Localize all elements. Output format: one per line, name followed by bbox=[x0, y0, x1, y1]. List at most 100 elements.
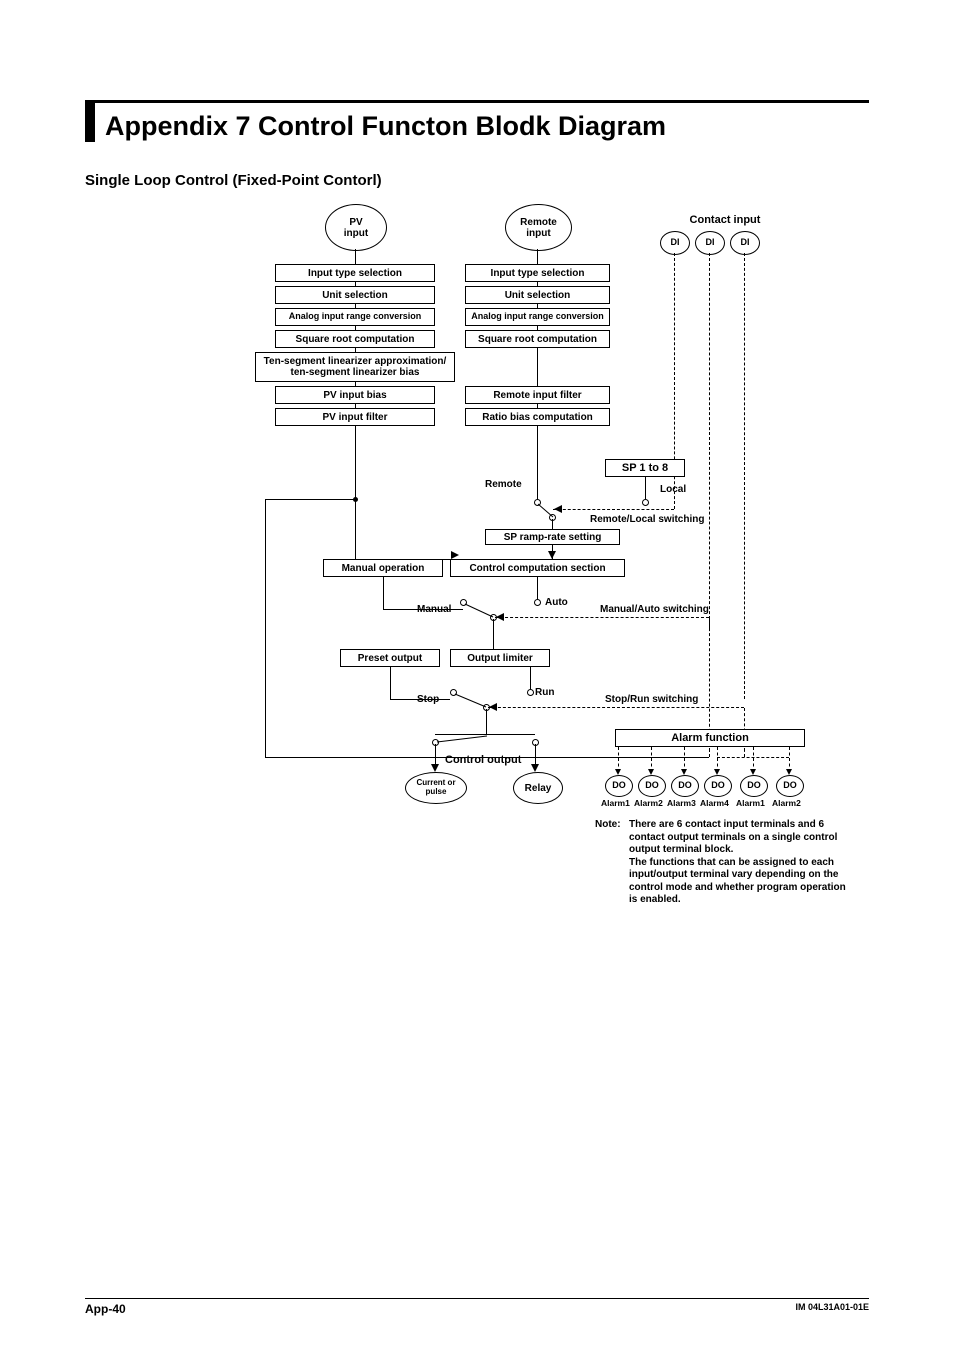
dashed-line bbox=[709, 748, 710, 757]
dashed-line bbox=[744, 748, 745, 757]
sp-block: SP 1 to 8 bbox=[605, 459, 685, 477]
page-footer: App-40 IM 04L31A01-01E bbox=[85, 1298, 869, 1316]
control-comp-block: Control computation section bbox=[450, 559, 625, 577]
run-label: Run bbox=[535, 687, 554, 698]
do-oval-1: DO bbox=[605, 775, 633, 797]
relay-oval: Relay bbox=[513, 772, 563, 804]
alarm-label-5: Alarm1 bbox=[736, 799, 765, 808]
sr-switch-label: Stop/Run switching bbox=[605, 694, 698, 705]
stop-label: Stop bbox=[417, 694, 439, 705]
switch-arm bbox=[432, 734, 492, 746]
pv-block-4: Ten-segment linearizer approximation/ te… bbox=[255, 352, 455, 382]
do-oval-5: DO bbox=[740, 775, 768, 797]
pv-input-oval: PV input bbox=[325, 204, 387, 251]
sp-ramp-block: SP ramp-rate setting bbox=[485, 529, 620, 545]
remote-block-5: Ratio bias computation bbox=[465, 408, 610, 426]
page-subtitle: Single Loop Control (Fixed-Point Contorl… bbox=[85, 172, 869, 189]
alarm-label-1: Alarm1 bbox=[601, 799, 630, 808]
title-block: Appendix 7 Control Functon Blodk Diagram bbox=[85, 100, 869, 142]
note-body: There are 6 contact input terminals and … bbox=[629, 819, 855, 907]
line bbox=[645, 477, 646, 499]
di-oval-1: DI bbox=[660, 231, 690, 255]
remote-block-1: Unit selection bbox=[465, 286, 610, 304]
dashed-line bbox=[717, 757, 789, 758]
alarm-label-3: Alarm3 bbox=[667, 799, 696, 808]
alarm-label-2: Alarm2 bbox=[634, 799, 663, 808]
arrow-down-icon bbox=[548, 551, 556, 559]
pv-block-2: Analog input range conversion bbox=[275, 308, 435, 326]
remote-sw-label: Remote bbox=[485, 479, 522, 490]
alarm-label-6: Alarm2 bbox=[772, 799, 801, 808]
line bbox=[537, 577, 538, 599]
manual-op-block: Manual operation bbox=[323, 559, 443, 577]
line bbox=[537, 426, 538, 499]
contact-input-label: Contact input bbox=[655, 214, 795, 226]
alarm-label-4: Alarm4 bbox=[700, 799, 729, 808]
control-output-label: Control output bbox=[445, 754, 521, 766]
pv-block-1: Unit selection bbox=[275, 286, 435, 304]
page-title: Appendix 7 Control Functon Blodk Diagram bbox=[105, 111, 869, 142]
footer-page-number: App-40 bbox=[85, 1302, 126, 1316]
auto-label: Auto bbox=[545, 597, 568, 608]
line bbox=[265, 757, 709, 758]
arrow-down-icon bbox=[431, 764, 439, 772]
arrow-left-icon bbox=[489, 703, 497, 711]
footer-doc-id: IM 04L31A01-01E bbox=[795, 1302, 869, 1316]
output-limiter-block: Output limiter bbox=[450, 649, 550, 667]
ma-switch-label: Manual/Auto switching bbox=[600, 604, 709, 615]
remote-block-3: Square root computation bbox=[465, 330, 610, 348]
line bbox=[537, 249, 538, 264]
line bbox=[486, 709, 487, 734]
switch-arm bbox=[460, 599, 500, 619]
arrow-icon bbox=[451, 551, 459, 559]
line bbox=[493, 619, 494, 649]
do-oval-4: DO bbox=[704, 775, 732, 797]
line bbox=[537, 348, 538, 386]
line bbox=[355, 426, 356, 559]
line bbox=[390, 667, 391, 699]
dashed-line bbox=[488, 707, 744, 708]
current-pulse-oval: Current or pulse bbox=[405, 772, 467, 804]
arrow-left-icon bbox=[496, 613, 504, 621]
pv-block-6: PV input filter bbox=[275, 408, 435, 426]
do-oval-2: DO bbox=[638, 775, 666, 797]
line bbox=[265, 499, 355, 500]
dashed-line bbox=[709, 253, 710, 629]
note-block: Note: There are 6 contact input terminal… bbox=[595, 819, 855, 907]
note-prefix: Note: bbox=[595, 819, 629, 907]
line bbox=[355, 249, 356, 264]
pv-block-5: PV input bias bbox=[275, 386, 435, 404]
switch-node bbox=[527, 689, 534, 696]
remote-block-0: Input type selection bbox=[465, 264, 610, 282]
rl-switch-label: Remote/Local switching bbox=[590, 514, 704, 525]
switch-arm bbox=[450, 689, 490, 709]
switch-node bbox=[642, 499, 649, 506]
line bbox=[265, 499, 266, 757]
manual-label: Manual bbox=[417, 604, 451, 615]
arrow-down-icon bbox=[531, 764, 539, 772]
do-oval-3: DO bbox=[671, 775, 699, 797]
alarm-function-block: Alarm function bbox=[615, 729, 805, 747]
pv-block-3: Square root computation bbox=[275, 330, 435, 348]
pv-block-0: Input type selection bbox=[275, 264, 435, 282]
line bbox=[383, 577, 384, 609]
arrow-left-icon bbox=[554, 505, 562, 513]
line bbox=[552, 519, 553, 529]
switch-node bbox=[534, 599, 541, 606]
junction-dot bbox=[353, 497, 358, 502]
dashed-line bbox=[495, 617, 709, 618]
dashed-line bbox=[553, 509, 674, 510]
remote-block-2: Analog input range conversion bbox=[465, 308, 610, 326]
remote-block-4: Remote input filter bbox=[465, 386, 610, 404]
remote-input-oval: Remote input bbox=[505, 204, 572, 251]
do-oval-6: DO bbox=[776, 775, 804, 797]
di-oval-2: DI bbox=[695, 231, 725, 255]
line bbox=[530, 667, 531, 689]
local-sw-label: Local bbox=[660, 484, 686, 495]
pv-input-label: PV input bbox=[344, 217, 368, 239]
dashed-line bbox=[744, 253, 745, 699]
di-oval-3: DI bbox=[730, 231, 760, 255]
remote-input-label: Remote input bbox=[520, 217, 557, 239]
block-diagram: PV input Remote input Contact input DI D… bbox=[135, 199, 855, 959]
preset-output-block: Preset output bbox=[340, 649, 440, 667]
